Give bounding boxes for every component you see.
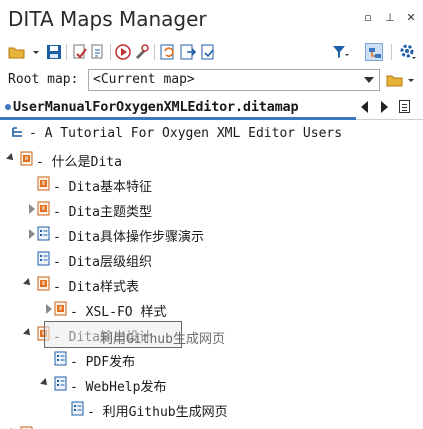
validate-map-icon[interactable] [71, 43, 89, 61]
tree-row[interactable]: - 什么是Dita [0, 147, 423, 172]
toolbar-separator [391, 44, 392, 60]
chevron-down-icon [364, 77, 374, 83]
tree-row[interactable]: - PDF发布 [0, 347, 423, 372]
save-icon[interactable] [45, 43, 63, 61]
tree-row[interactable]: - 利用Github生成网页 [0, 397, 423, 422]
tree-item-label: - A Tutorial For Oxygen XML Editor Users [29, 126, 343, 141]
collapsed-twisty-icon[interactable] [46, 304, 52, 314]
tab-label: UserManualForOxygenXMLEditor.ditamap [13, 99, 299, 115]
root-map-select[interactable]: <Current map> [88, 69, 380, 91]
topic-icon [37, 176, 50, 191]
tree-item-label: - WebHelp发布 [70, 380, 167, 395]
pin-icon[interactable]: ⊥ [384, 12, 396, 24]
expanded-twisty-icon[interactable] [23, 278, 33, 288]
topic-icon [37, 201, 50, 216]
expanded-twisty-icon[interactable] [6, 153, 16, 163]
drag-ghost: 利用Github生成网页 [44, 321, 225, 348]
tree-item-label: - PDF发布 [70, 355, 136, 370]
collapsed-twisty-icon[interactable] [29, 204, 35, 214]
map-tab-bar: UserManualForOxygenXMLEditor.ditamap [0, 96, 423, 120]
tree-row[interactable]: - 软件下载 [0, 422, 423, 429]
tab-scroll-right-icon[interactable] [381, 101, 388, 113]
expanded-twisty-icon[interactable] [23, 328, 33, 338]
task-topic-icon [71, 401, 84, 416]
panel-title: DITA Maps Manager [8, 7, 207, 31]
close-icon[interactable]: ✕ [405, 12, 417, 24]
tree-row[interactable]: - XSL-FO 样式 [0, 297, 423, 322]
tree-item-label: - Dita主题类型 [53, 205, 152, 220]
tree-row[interactable]: - Dita样式表 [0, 272, 423, 297]
toolbar-separator [110, 44, 111, 60]
tab-scroll-left-icon[interactable] [361, 101, 368, 113]
configure-transform-icon[interactable] [133, 43, 151, 61]
refresh-references-icon[interactable] [159, 43, 177, 61]
tree-item-label: - Dita层级组织 [53, 255, 152, 270]
show-title-icon[interactable] [365, 43, 383, 61]
export-map-icon[interactable] [179, 43, 197, 61]
open-root-map-icon[interactable] [386, 71, 404, 89]
tree-row[interactable]: - Dita层级组织 [0, 247, 423, 272]
tree-row[interactable]: - A Tutorial For Oxygen XML Editor Users [0, 122, 423, 147]
tree-row[interactable]: - Dita具体操作步骤演示 [0, 222, 423, 247]
check-map-icon[interactable] [89, 43, 107, 61]
chevron-down-icon[interactable] [27, 43, 39, 61]
panel-titlebar: DITA Maps Manager ▫ ⊥ ✕ [0, 0, 423, 38]
filter-icon[interactable] [331, 43, 349, 61]
task-topic-icon [54, 351, 67, 366]
drag-ghost-label: 利用Github生成网页 [100, 332, 225, 347]
tab-ditamap[interactable]: UserManualForOxygenXMLEditor.ditamap [0, 96, 356, 120]
task-topic-icon [37, 226, 50, 241]
open-in-editor-icon[interactable] [199, 43, 217, 61]
expanded-twisty-icon[interactable] [40, 378, 50, 388]
map-icon [12, 126, 25, 141]
tree-item-label: - Dita基本特征 [53, 180, 152, 195]
toolbar-separator [154, 44, 155, 60]
tree-item-label: - Dita具体操作步骤演示 [53, 230, 204, 245]
root-map-label: Root map: [8, 72, 79, 87]
root-map-value: <Current map> [93, 72, 195, 87]
modified-dot-icon [5, 104, 11, 110]
toolbar-separator [66, 44, 67, 60]
task-topic-icon [37, 251, 50, 266]
tree-row[interactable]: - Dita基本特征 [0, 172, 423, 197]
transform-icon[interactable] [114, 43, 132, 61]
settings-gear-icon[interactable] [399, 43, 417, 61]
chevron-down-icon[interactable] [406, 71, 416, 89]
tree-row[interactable]: - WebHelp发布 [0, 372, 423, 397]
topic-icon [37, 276, 50, 291]
topic-icon [20, 151, 33, 166]
tree-item-label: - Dita样式表 [53, 280, 139, 295]
map-tree[interactable]: - A Tutorial For Oxygen XML Editor Users… [0, 122, 423, 429]
tree-item-label: - XSL-FO 样式 [70, 305, 167, 320]
restore-icon[interactable]: ▫ [362, 12, 374, 24]
toolbar [0, 38, 423, 66]
open-map-icon[interactable] [8, 43, 26, 61]
tab-list-icon[interactable] [399, 100, 410, 113]
topic-icon [54, 301, 67, 316]
collapsed-twisty-icon[interactable] [29, 229, 35, 239]
tree-item-label: - 利用Github生成网页 [87, 405, 228, 420]
tree-item-label: - 什么是Dita [36, 155, 122, 170]
task-topic-icon [54, 376, 67, 391]
root-map-row: Root map: <Current map> [0, 66, 423, 94]
tree-row[interactable]: - Dita主题类型 [0, 197, 423, 222]
